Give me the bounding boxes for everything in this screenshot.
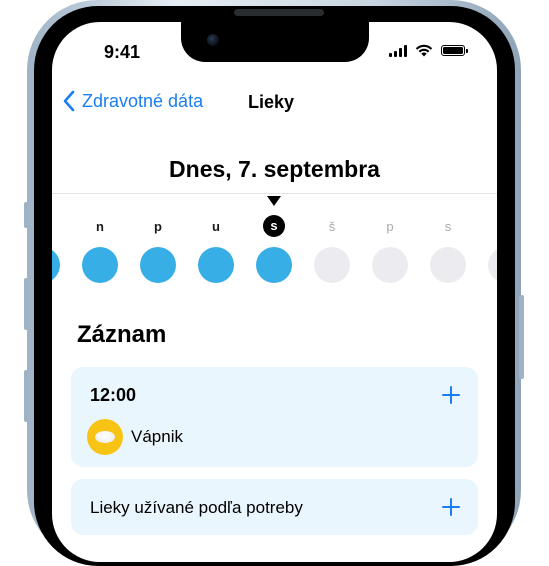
day-label-3: u bbox=[212, 219, 220, 234]
add-as-needed-plus-icon[interactable] bbox=[442, 498, 460, 516]
day-circle-5[interactable] bbox=[314, 247, 350, 283]
day-circle-1[interactable] bbox=[82, 247, 118, 283]
chevron-left-icon bbox=[63, 90, 75, 112]
power-button bbox=[519, 295, 524, 379]
silent-switch bbox=[24, 202, 29, 228]
today-pointer bbox=[267, 196, 281, 206]
camera-icon bbox=[207, 34, 219, 46]
notch bbox=[181, 22, 369, 62]
as-needed-label: Lieky užívané podľa potreby bbox=[90, 498, 303, 517]
day-circle-0[interactable] bbox=[52, 247, 60, 283]
pill-icon bbox=[87, 419, 123, 455]
battery-icon bbox=[441, 45, 468, 56]
status-time: 9:41 bbox=[104, 42, 141, 62]
status-icons bbox=[389, 44, 468, 57]
volume-down-button bbox=[24, 370, 29, 422]
day-circle-today[interactable] bbox=[256, 247, 292, 283]
wifi-icon bbox=[415, 44, 433, 57]
scheduled-dose-card[interactable]: 12:00 Vápnik bbox=[71, 367, 478, 467]
day-circle-8[interactable] bbox=[488, 247, 497, 283]
back-button[interactable]: Zdravotné dáta bbox=[62, 90, 203, 112]
volume-up-button bbox=[24, 278, 29, 330]
back-button-label: Zdravotné dáta bbox=[82, 90, 204, 111]
dose-time: 12:00 bbox=[90, 385, 137, 405]
day-label-2: p bbox=[154, 219, 162, 234]
day-label-6: p bbox=[386, 219, 394, 234]
section-title: Záznam bbox=[77, 321, 167, 348]
divider bbox=[52, 193, 497, 194]
speaker-slot bbox=[234, 9, 324, 16]
day-circle-6[interactable] bbox=[372, 247, 408, 283]
phone-screen: 9:41 Zdravotné dáta Lieky Dnes, 7. septe… bbox=[52, 22, 497, 562]
day-circle-2[interactable] bbox=[140, 247, 176, 283]
date-heading: Dnes, 7. septembra bbox=[169, 156, 380, 182]
day-label-7: s bbox=[444, 219, 452, 234]
day-label-1: n bbox=[96, 219, 104, 234]
as-needed-card[interactable]: Lieky užívané podľa potreby bbox=[71, 479, 478, 535]
day-circle-3[interactable] bbox=[198, 247, 234, 283]
cellular-signal-icon bbox=[389, 44, 407, 57]
day-label-5: š bbox=[328, 219, 336, 234]
day-label-today[interactable]: s bbox=[263, 215, 285, 237]
day-circle-7[interactable] bbox=[430, 247, 466, 283]
add-scheduled-dose-plus-icon[interactable] bbox=[442, 386, 460, 404]
nav-title: Lieky bbox=[248, 92, 295, 112]
medication-name: Vápnik bbox=[131, 427, 183, 446]
